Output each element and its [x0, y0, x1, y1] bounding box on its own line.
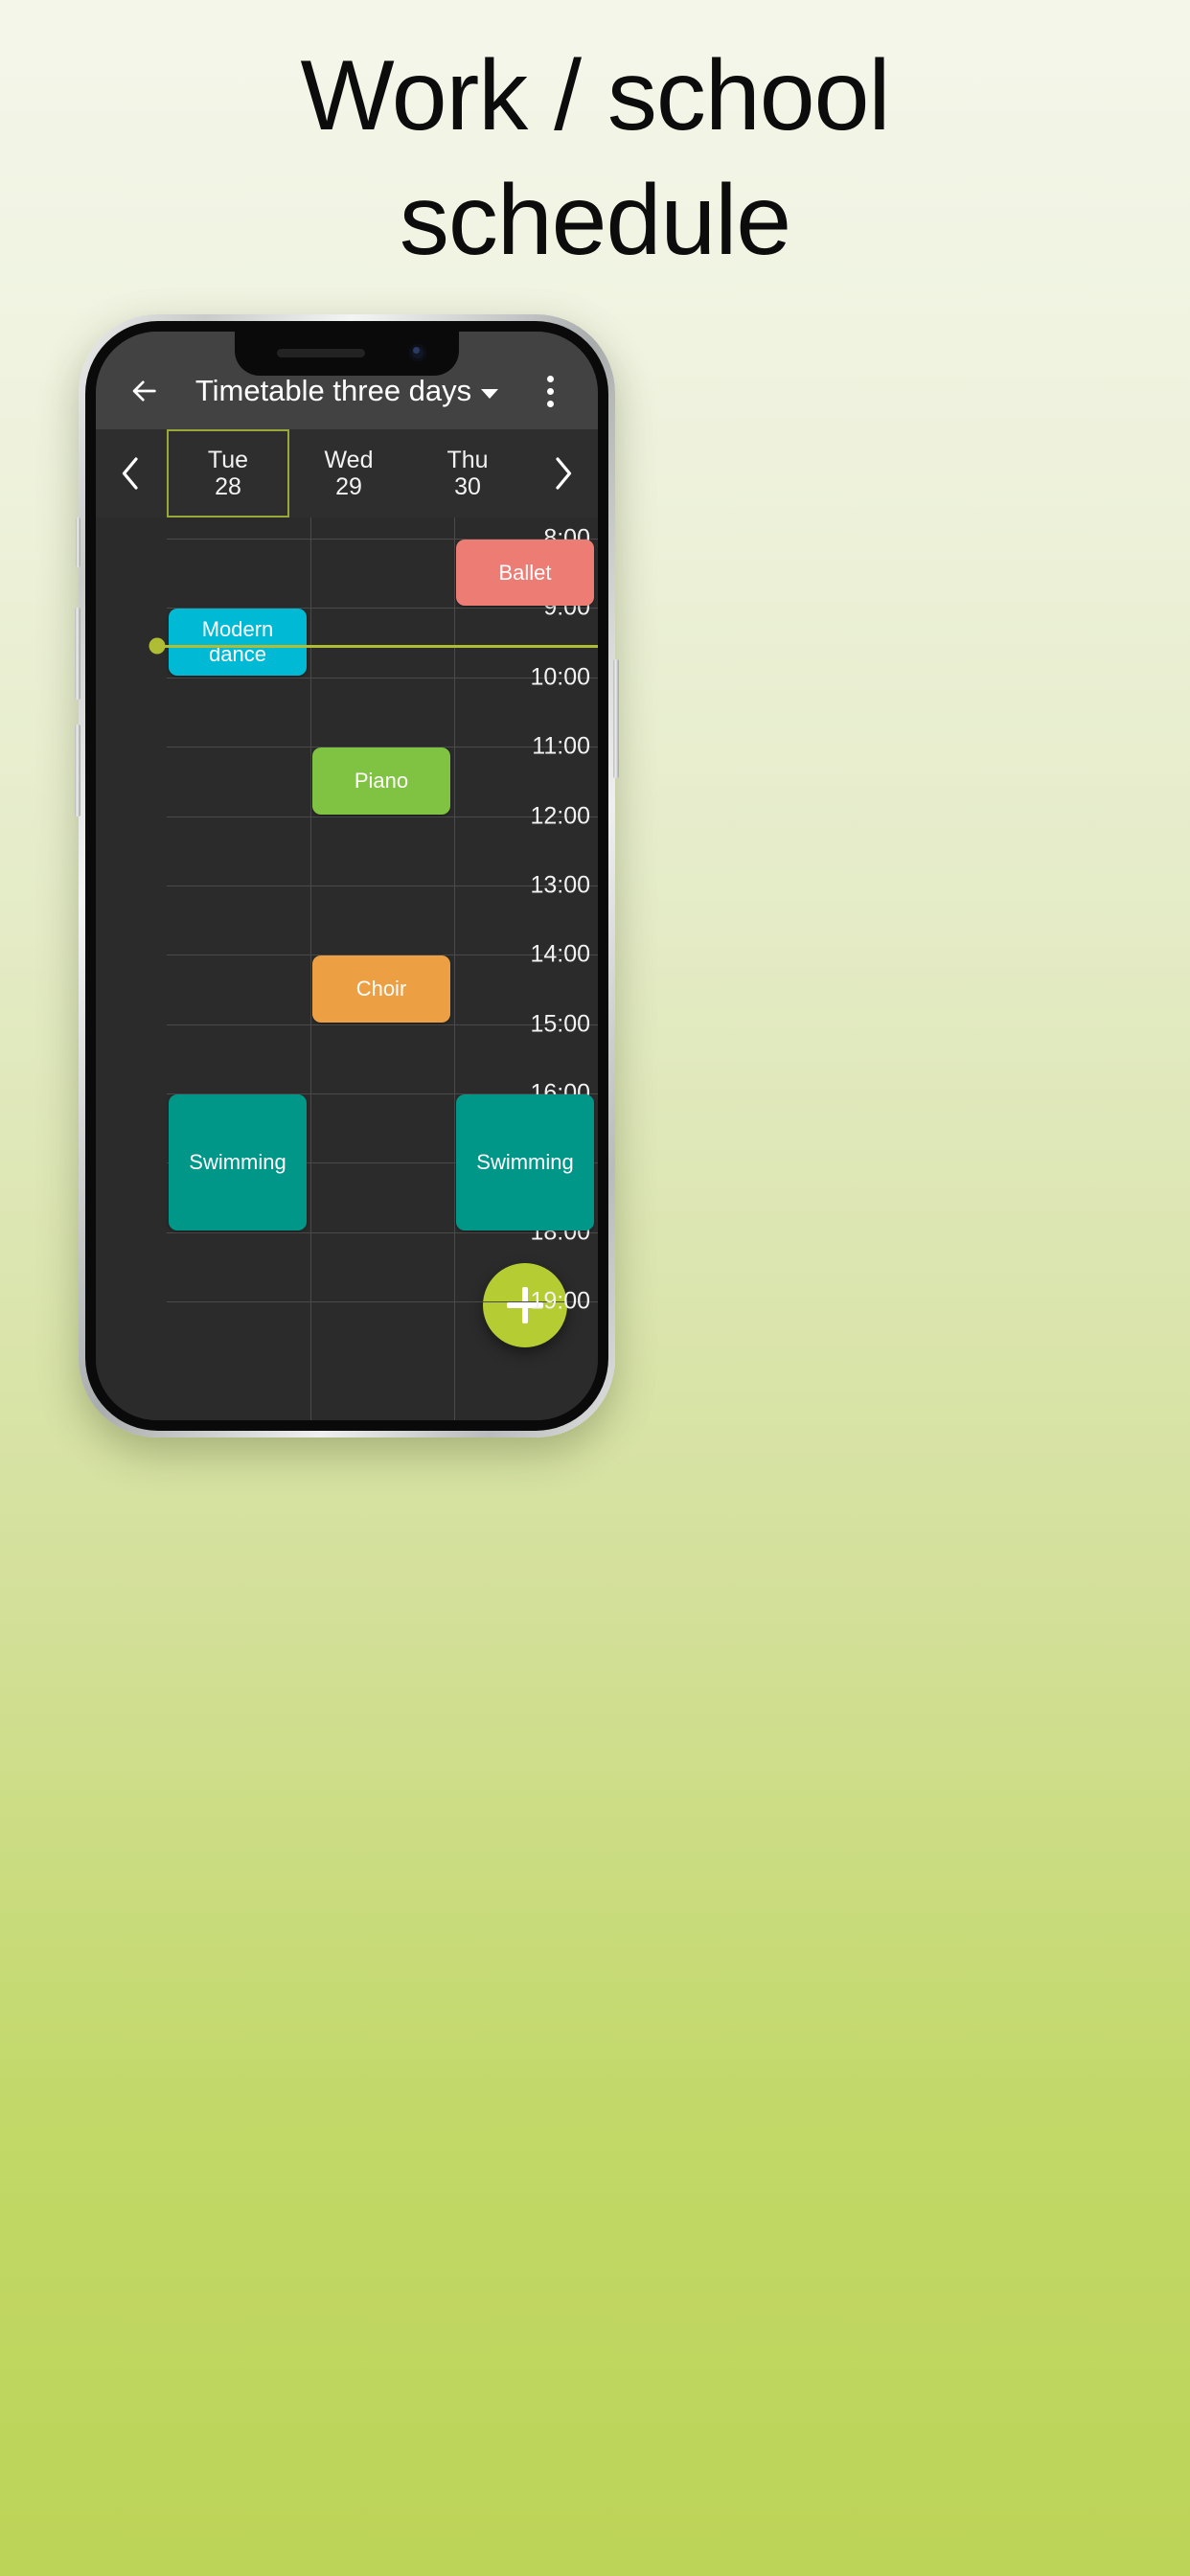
current-time-dot [149, 637, 166, 655]
toolbar-title: Timetable three days [195, 374, 472, 407]
day-column-divider [310, 518, 311, 1420]
power-button [613, 659, 619, 778]
day-number: 28 [215, 473, 241, 500]
calendar-event[interactable]: Modern dance [169, 609, 307, 676]
timetable-app: Timetable three days Tue 28 Wed 29 Thu 30 [96, 332, 598, 1420]
back-button[interactable] [117, 364, 171, 418]
hour-label: 11:00 [532, 732, 590, 760]
volume-down-button [75, 724, 80, 816]
hour-label: 15:00 [530, 1010, 590, 1038]
day-name: Thu [446, 447, 489, 473]
overflow-menu-button[interactable] [523, 364, 577, 418]
volume-up-button [75, 608, 80, 700]
earpiece-speaker [277, 349, 365, 357]
more-vertical-icon-dot [546, 387, 554, 395]
current-time-line [155, 644, 598, 648]
mute-switch [76, 518, 80, 567]
hour-label: 10:00 [530, 663, 590, 691]
hour-label: 14:00 [530, 940, 590, 968]
day-number: 29 [335, 473, 362, 500]
day-name: Wed [324, 447, 374, 473]
calendar-event[interactable]: Piano [312, 748, 450, 815]
front-camera-icon [409, 344, 426, 361]
day-number: 30 [454, 473, 481, 500]
caret-down-icon [481, 388, 499, 399]
day-header-wed[interactable]: Wed 29 [289, 429, 408, 518]
previous-days-button[interactable] [96, 429, 167, 518]
day-cells: Tue 28 Wed 29 Thu 30 [167, 429, 527, 518]
calendar-event[interactable]: Choir [312, 955, 450, 1023]
calendar-event[interactable]: Ballet [456, 540, 594, 607]
calendar-event[interactable]: Swimming [456, 1094, 594, 1230]
timetable-grid[interactable]: 8:00 9:00 10:00 11:00 12:00 13:00 14:00 15:00 16… [96, 518, 598, 1420]
hour-label: 19:00 [530, 1287, 590, 1315]
phone-screen: Timetable three days Tue 28 Wed 29 Thu 30 [96, 332, 598, 1420]
day-header-tue[interactable]: Tue 28 [167, 429, 289, 518]
day-column-divider [454, 518, 455, 1420]
phone-mockup: Timetable three days Tue 28 Wed 29 Thu 30 [75, 314, 619, 1438]
day-header-thu[interactable]: Thu 30 [408, 429, 527, 518]
hour-label: 13:00 [530, 871, 590, 899]
page-title-line1: Work / school [300, 40, 890, 151]
hour-label: 12:00 [530, 802, 590, 830]
more-vertical-icon-dot [546, 375, 554, 382]
next-days-button[interactable] [527, 429, 598, 518]
page-title-line2: schedule [399, 165, 791, 276]
phone-notch [235, 332, 459, 376]
more-vertical-icon-dot [546, 400, 554, 407]
calendar-event[interactable]: Swimming [169, 1094, 307, 1230]
day-header-row: Tue 28 Wed 29 Thu 30 [96, 429, 598, 518]
day-name: Tue [207, 447, 249, 473]
page-title: Work / school schedule [0, 46, 1190, 270]
